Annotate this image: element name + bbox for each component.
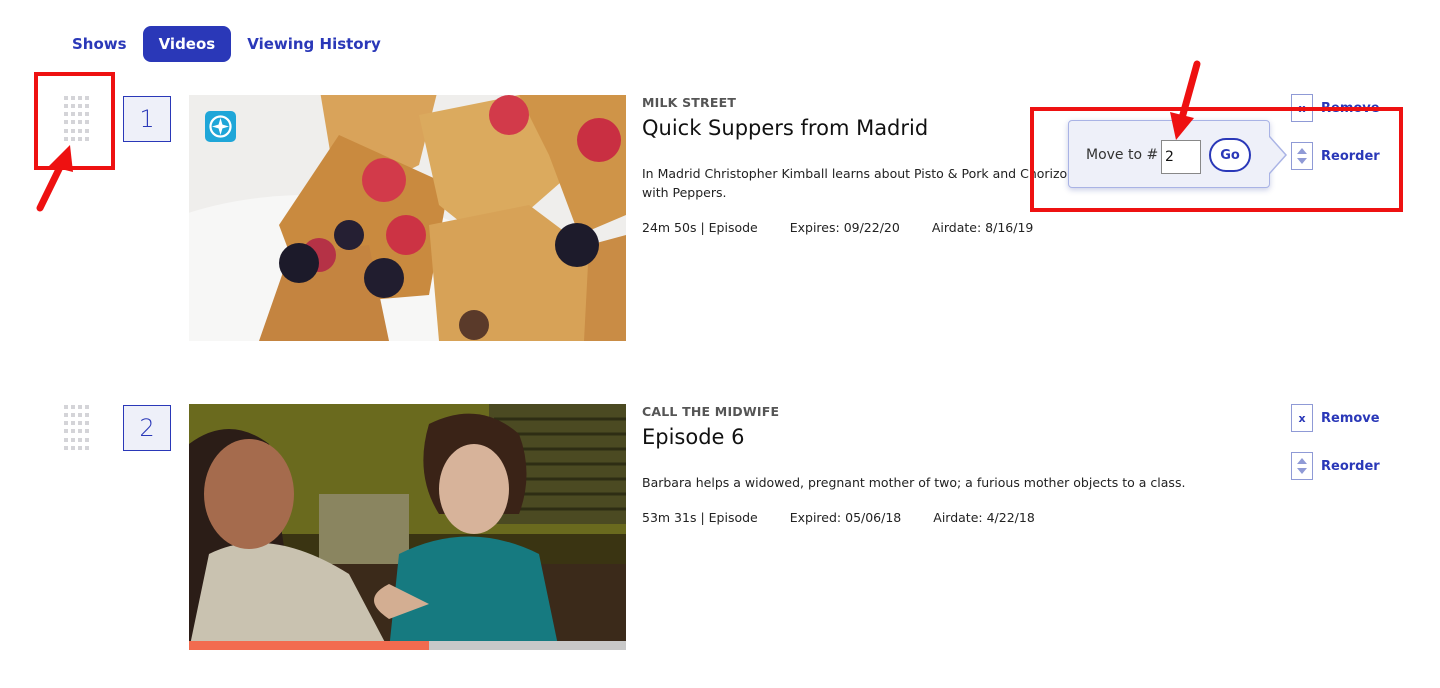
episode-title[interactable]: Episode 6	[642, 425, 745, 449]
reorder-label: Reorder	[1321, 148, 1380, 164]
reorder-button[interactable]: Reorder	[1291, 452, 1380, 480]
video-thumbnail[interactable]	[189, 404, 626, 650]
reorder-arrows-icon	[1291, 142, 1313, 170]
close-icon: x	[1291, 94, 1313, 122]
remove-label: Remove	[1321, 100, 1380, 116]
episode-description: In Madrid Christopher Kimball learns abo…	[642, 166, 1068, 200]
tab-shows[interactable]: Shows	[56, 26, 143, 62]
watch-progress-fill	[189, 641, 430, 650]
remove-button[interactable]: x Remove	[1291, 94, 1380, 122]
episode-title[interactable]: Quick Suppers from Madrid	[642, 116, 928, 140]
episode-meta: 53m 31s | Episode Expired: 05/06/18 Aird…	[642, 510, 1035, 525]
close-icon: x	[1291, 404, 1313, 432]
expires-text: Expires: 09/22/20	[789, 220, 900, 235]
remove-label: Remove	[1321, 410, 1380, 426]
tab-viewing-history[interactable]: Viewing History	[231, 26, 397, 62]
drag-handle-icon[interactable]	[64, 96, 90, 142]
move-to-input[interactable]	[1161, 140, 1201, 174]
episode-description: Barbara helps a widowed, pregnant mother…	[642, 475, 1186, 490]
duration-text: 53m 31s | Episode	[642, 510, 758, 525]
expires-text: Expired: 05/06/18	[789, 510, 902, 525]
drag-handle-icon[interactable]	[64, 405, 90, 451]
duration-text: 24m 50s | Episode	[642, 220, 758, 235]
show-name[interactable]: MILK STREET	[642, 95, 736, 110]
go-button[interactable]: Go	[1209, 138, 1251, 172]
rank-number: 1	[123, 96, 171, 142]
reorder-label: Reorder	[1321, 458, 1380, 474]
reorder-arrows-icon	[1291, 452, 1313, 480]
watch-progress-bar	[189, 641, 626, 650]
rank-number: 2	[123, 405, 171, 451]
move-to-label: Move to #	[1086, 147, 1159, 163]
tab-bar: Shows Videos Viewing History	[56, 26, 397, 62]
reorder-popover: Move to # Go	[1068, 120, 1287, 188]
reorder-button[interactable]: Reorder	[1291, 142, 1380, 170]
airdate-text: Airdate: 8/16/19	[931, 220, 1034, 235]
airdate-text: Airdate: 4/22/18	[933, 510, 1035, 525]
show-name[interactable]: CALL THE MIDWIFE	[642, 404, 779, 419]
video-thumbnail[interactable]	[189, 95, 626, 341]
remove-button[interactable]: x Remove	[1291, 404, 1380, 432]
episode-meta: 24m 50s | Episode Expires: 09/22/20 Aird…	[642, 220, 1033, 235]
tab-videos[interactable]: Videos	[142, 26, 232, 62]
